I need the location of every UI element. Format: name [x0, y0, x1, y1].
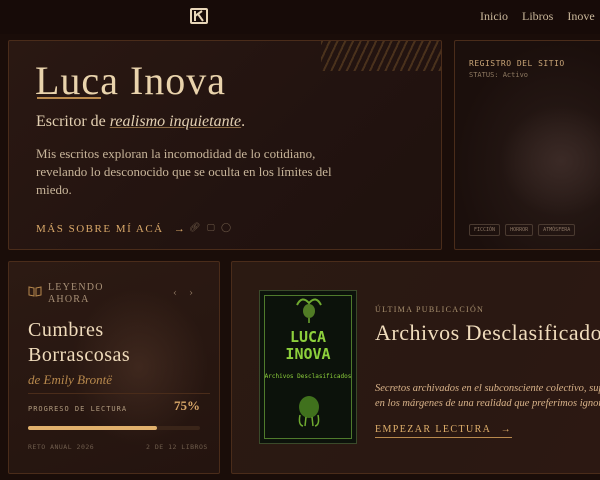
- site-status: STATUS: Activo: [469, 71, 529, 79]
- currently-reading-card: LEYENDO AHORA ‹ › Cumbres Borrascosas de…: [8, 261, 220, 474]
- nav-item-inove[interactable]: Inove: [567, 9, 594, 24]
- site-log-title: REGISTRO DEL SITIO: [469, 59, 565, 68]
- reading-label: LEYENDO AHORA: [48, 282, 104, 305]
- latest-label: ÚLTIMA PUBLICACIÓN: [375, 305, 485, 314]
- info-icon[interactable]: ◯: [221, 223, 231, 233]
- author-description: Mis escritos exploran la incomodidad de …: [36, 146, 332, 197]
- cover-subtitle: Archivos Desclasificados: [264, 373, 352, 380]
- title-underline: [37, 97, 101, 99]
- top-bar: Inicio Libros Inove: [0, 0, 600, 34]
- latest-title: Archivos Desclasificados: [375, 320, 600, 345]
- carousel-controls: ‹ ›: [173, 288, 193, 299]
- tag-atmosfera[interactable]: ATMÓSFERA: [538, 224, 576, 236]
- site-log-card: REGISTRO DEL SITIO STATUS: Activo FICCIÓ…: [454, 40, 600, 250]
- nav-item-libros[interactable]: Libros: [522, 9, 553, 24]
- main-nav: Inicio Libros Inove: [480, 9, 595, 24]
- arrow-right-icon: →: [500, 424, 513, 435]
- arrow-right-icon: →: [173, 223, 187, 235]
- progress-percent: 75%: [174, 398, 200, 413]
- progress-bar-fill: [28, 426, 157, 430]
- nav-item-inicio[interactable]: Inicio: [480, 9, 508, 24]
- tag-ficcion[interactable]: FICCIÓN: [469, 224, 501, 236]
- cover-creature-icon: [298, 396, 320, 427]
- latest-publication-card: LUCA INOVA Archivos Desclasificados ÚLTI…: [231, 261, 600, 474]
- skull-emblem-icon: [296, 298, 322, 323]
- divider: [28, 393, 210, 394]
- book-icon[interactable]: ▢: [206, 223, 215, 233]
- social-icons: 🔗︎ ▢ ◯: [189, 223, 231, 233]
- tag-horror[interactable]: HORROR: [505, 224, 534, 236]
- about-me-link[interactable]: MÁS SOBRE MÍ ACÁ →: [36, 223, 186, 235]
- book-cover[interactable]: LUCA INOVA Archivos Desclasificados: [259, 290, 357, 444]
- annual-goal-count: 2 DE 12 LIBROS: [146, 443, 208, 451]
- progress-label: PROGRESO DE LECTURA: [28, 405, 128, 413]
- hero-card: Luca Inova Escritor de realismo inquieta…: [8, 40, 442, 250]
- annual-goal-label: RETO ANUAL 2026: [28, 443, 95, 451]
- book-title: Cumbres Borrascosas: [28, 319, 131, 366]
- author-tagline: Escritor de realismo inquietante.: [36, 113, 246, 130]
- chevron-right-icon[interactable]: ›: [189, 288, 193, 299]
- tagline-emphasis: realismo inquietante: [109, 113, 242, 130]
- link-icon[interactable]: 🔗︎: [189, 223, 200, 233]
- start-reading-button[interactable]: EMPEZAR LECTURA →: [375, 424, 513, 438]
- open-book-icon: [28, 286, 42, 297]
- book-author: de Emily Brontë: [28, 372, 112, 387]
- site-logo[interactable]: [190, 8, 208, 24]
- genre-tags: FICCIÓN HORROR ATMÓSFERA: [469, 224, 576, 236]
- cover-title: LUCA INOVA: [285, 328, 331, 363]
- progress-bar: [28, 426, 200, 430]
- latest-description: Secretos archivados en el subconsciente …: [375, 383, 600, 409]
- hero-ornament: [321, 41, 441, 71]
- chevron-left-icon[interactable]: ‹: [173, 288, 177, 299]
- dark-figure-image: [495, 101, 600, 221]
